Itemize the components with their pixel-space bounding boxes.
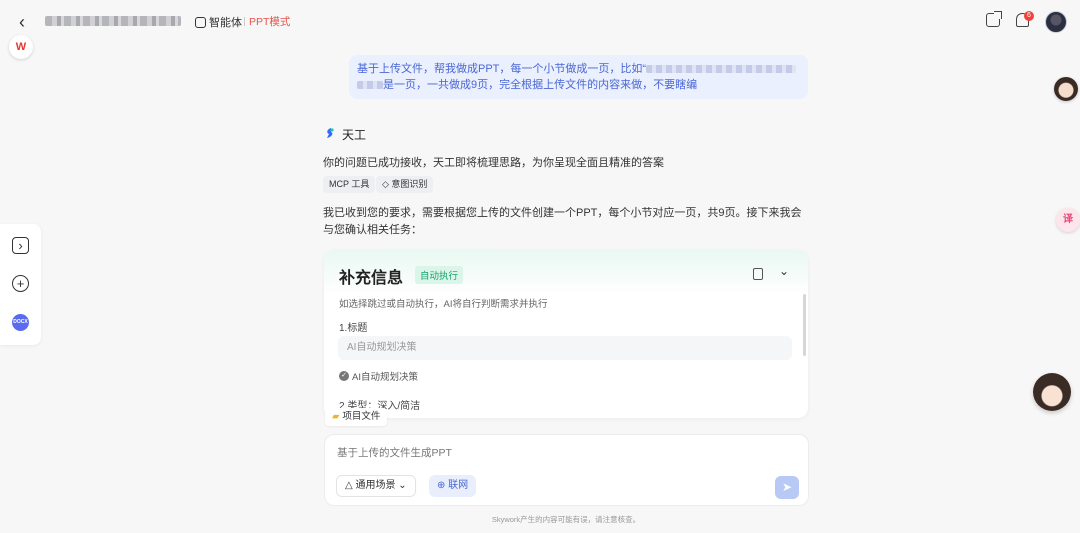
web-search-toggle[interactable]: ⊕ 联网: [429, 475, 477, 497]
scene-dropdown[interactable]: △ 通用场景 ⌄: [336, 475, 416, 497]
user-message: 基于上传文件，帮我做成PPT，每一个小节做成一页，比如“ 是一页，一共做成9页，…: [349, 55, 808, 99]
title-input[interactable]: AI自动规划决策: [338, 336, 792, 360]
user-message-line1: 基于上传文件，帮我做成PPT，每一个小节做成一页，比如“: [357, 63, 647, 75]
assistant-reply-1: 你的问题已成功接收，天工即将梳理思路，为你呈现全面且精准的答案: [323, 157, 664, 169]
send-button[interactable]: ➤: [775, 476, 799, 499]
chevron-left-icon[interactable]: ‹: [12, 12, 32, 32]
project-files-tag[interactable]: ▰ 项目文件: [325, 408, 388, 426]
new-chat-icon[interactable]: +: [12, 275, 29, 292]
user-message-line2: 是一页，一共做成9页，完全根据上传文件的内容来做，不要瞎编: [383, 79, 698, 91]
card-description: 如选择跳过或自动执行，AI将自行判断需求并执行: [339, 299, 548, 310]
notification-badge: 6: [1024, 11, 1034, 21]
auto-execute-badge: 自动执行: [415, 266, 464, 284]
chevron-down-icon[interactable]: ⌄: [779, 264, 789, 278]
assistant-name: 天工: [342, 128, 367, 142]
composer: 基于上传的文件生成PPT △ 通用场景 ⌄ ⊕ 联网 ➤: [324, 434, 809, 506]
chevron-down-icon: ⌄: [395, 480, 407, 491]
cube-icon: ◇: [382, 179, 392, 189]
intent-recognition-chip[interactable]: ◇ 意图识别: [376, 176, 434, 193]
message-input[interactable]: 基于上传的文件生成PPT: [337, 445, 452, 460]
check-circle-icon: ✓: [339, 371, 349, 381]
assistant-reply-2: 我已收到您的要求，需要根据您上传的文件创建一个PPT，每个小节对应一页，共9页。…: [323, 207, 802, 236]
translate-icon[interactable]: 译: [1056, 208, 1080, 232]
robot-icon: [195, 16, 206, 28]
scene-label: 通用场景: [355, 480, 396, 491]
triangle-icon: △: [345, 480, 356, 491]
redacted-text: [357, 81, 383, 90]
card-title: 补充信息: [339, 270, 404, 287]
disclaimer: Skywork产生的内容可能有误，请注意核查。: [491, 515, 641, 524]
redacted-text: [646, 65, 797, 74]
docx-icon[interactable]: DOCX: [12, 314, 29, 331]
top-bar: ‹ 智能体 PPT模式 6: [0, 0, 1080, 44]
supplement-info-card: 补充信息 自动执行 ⌄ 如选择跳过或自动执行，AI将自行判断需求并执行 1.标题…: [324, 250, 808, 418]
wps-logo-icon[interactable]: W: [9, 35, 33, 59]
scrollbar[interactable]: [803, 294, 806, 356]
left-toolbar: › + DOCX: [0, 224, 41, 345]
divider: [244, 17, 245, 26]
expand-sidebar-icon[interactable]: ›: [12, 237, 29, 254]
globe-icon: ⊕: [437, 480, 449, 491]
intent-recognition-label: 意图识别: [391, 179, 428, 189]
ppt-mode-label[interactable]: PPT模式: [249, 14, 290, 29]
ai-decision-label: AI自动规划决策: [352, 372, 418, 383]
assistant-avatar-icon[interactable]: [1054, 77, 1078, 101]
avatar[interactable]: [1045, 11, 1067, 33]
folder-icon: ▰: [332, 411, 340, 422]
tiangong-logo-icon: [327, 128, 334, 138]
web-search-label: 联网: [448, 480, 469, 491]
clipboard-icon[interactable]: [753, 268, 763, 280]
question-title-label: 1.标题: [339, 323, 368, 334]
project-files-label: 项目文件: [342, 411, 381, 422]
document-title-redacted: [45, 16, 181, 26]
share-icon[interactable]: [986, 11, 1002, 27]
assistant-character-icon[interactable]: [1033, 373, 1071, 411]
agent-label: 智能体: [209, 17, 242, 29]
agent-button[interactable]: 智能体: [195, 14, 242, 30]
mcp-tool-chip[interactable]: MCP 工具: [323, 176, 376, 193]
ai-decision-option[interactable]: ✓ AI自动规划决策: [339, 369, 418, 383]
